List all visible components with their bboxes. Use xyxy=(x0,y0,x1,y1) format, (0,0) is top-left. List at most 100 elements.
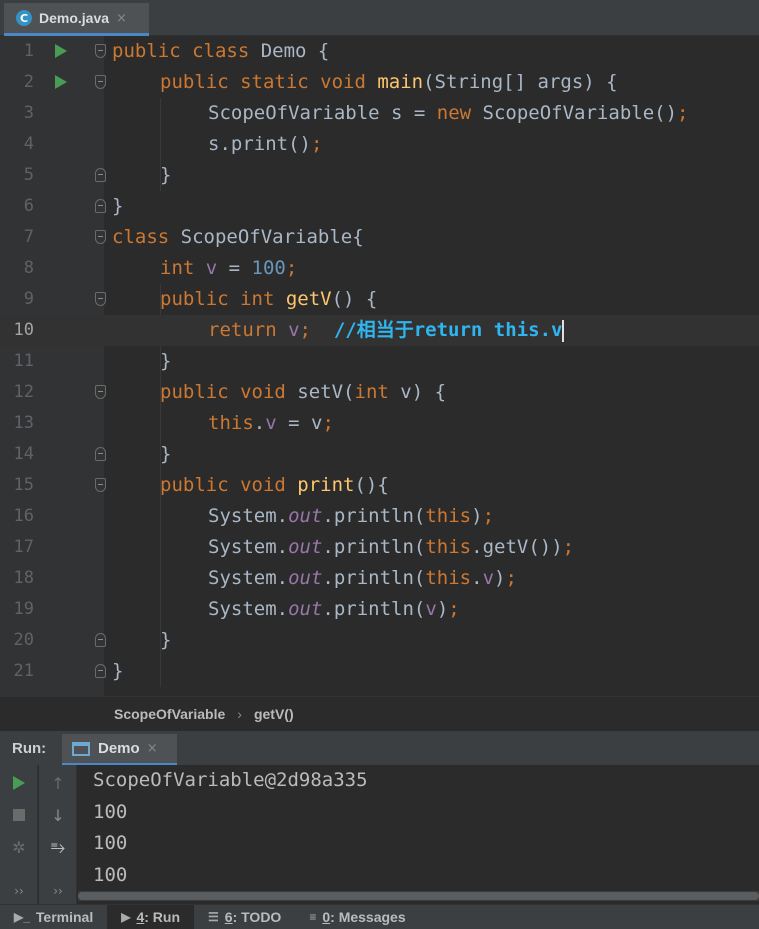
line-number: 18 xyxy=(13,568,34,588)
code-line: 21 } xyxy=(0,656,759,687)
double-chevron-icon: ›› xyxy=(53,884,63,898)
debug-button[interactable]: ✲ xyxy=(0,831,38,863)
tool-window-bar: ▶_ Terminal ▶ 4: Run ☰ 6: TODO ≡ 0: Mess… xyxy=(0,904,759,929)
fold-icon[interactable] xyxy=(95,633,106,647)
run-panel: ✲ ›› ↑ ↓ ⥱ ›› ScopeOfVariable@2d98a335 1… xyxy=(0,765,759,904)
line-number: 8 xyxy=(23,258,34,278)
soft-wrap-button[interactable]: ⥱ xyxy=(39,831,77,863)
run-tab-demo[interactable]: Demo × xyxy=(62,734,177,766)
fold-icon[interactable] xyxy=(95,447,106,461)
more-tools-button[interactable]: ›› xyxy=(0,875,38,907)
console-output[interactable]: ScopeOfVariable@2d98a335 100 100 100 xyxy=(93,765,368,891)
text-caret xyxy=(562,319,565,342)
fold-icon[interactable] xyxy=(95,664,106,678)
code-text: class ScopeOfVariable{ xyxy=(112,226,364,248)
line-number: 1 xyxy=(23,41,34,61)
code-text: System.out.println(v); xyxy=(208,598,460,620)
console-icon xyxy=(72,741,90,756)
java-class-icon: C xyxy=(16,10,32,26)
tool-run[interactable]: ▶ 4: Run xyxy=(107,904,195,929)
tab-demo-java[interactable]: C Demo.java × xyxy=(4,3,149,36)
console-toolbar: ↑ ↓ ⥱ ›› xyxy=(39,765,77,904)
todo-icon: ☰ xyxy=(208,910,219,924)
fold-icon[interactable] xyxy=(95,385,106,399)
line-number: 15 xyxy=(13,475,34,495)
line-number: 7 xyxy=(23,227,34,247)
arrow-up-icon: ↑ xyxy=(51,773,65,793)
messages-icon: ≡ xyxy=(309,910,317,924)
code-text: public void setV(int v) { xyxy=(160,381,447,403)
console-line: 100 xyxy=(93,800,128,823)
rerun-button[interactable] xyxy=(0,767,38,799)
line-number: 6 xyxy=(23,196,34,216)
line-number: 4 xyxy=(23,134,34,154)
fold-icon[interactable] xyxy=(95,75,106,89)
tool-todo[interactable]: ☰ 6: TODO xyxy=(194,905,295,929)
line-number: 10 xyxy=(13,320,34,340)
code-line: 6 } xyxy=(0,191,759,222)
code-text: s.print(); xyxy=(208,133,323,155)
console-line: 100 xyxy=(93,863,128,886)
chevron-right-icon: › xyxy=(237,705,242,722)
close-icon[interactable]: × xyxy=(116,11,127,26)
console-line: 100 xyxy=(93,832,128,854)
line-number: 21 xyxy=(13,661,34,681)
stop-button[interactable] xyxy=(0,799,38,831)
run-gutter-icon[interactable] xyxy=(55,44,67,58)
line-number: 16 xyxy=(13,506,34,526)
run-toolbar: ✲ ›› xyxy=(0,765,38,904)
code-line-current: 10 return v; //相当于return this.v xyxy=(0,315,759,346)
code-text: System.out.println(this.getV()); xyxy=(208,536,575,558)
code-text: public class Demo { xyxy=(112,40,330,62)
line-number: 3 xyxy=(23,103,34,123)
close-icon[interactable]: × xyxy=(147,741,158,756)
console-line: ScopeOfVariable@2d98a335 xyxy=(93,769,368,791)
line-number: 11 xyxy=(13,351,34,371)
run-panel-header: Run: Demo × xyxy=(0,730,759,766)
code-text: this.v = v; xyxy=(208,412,334,434)
play-icon xyxy=(13,776,25,790)
tool-messages[interactable]: ≡ 0: Messages xyxy=(295,905,419,929)
run-gutter-icon[interactable] xyxy=(55,75,67,89)
editor-tab-bar: C Demo.java × xyxy=(0,0,759,36)
fold-icon[interactable] xyxy=(95,478,106,492)
scrollbar-thumb[interactable] xyxy=(78,892,759,900)
breadcrumb-method[interactable]: getV() xyxy=(254,706,294,722)
code-text: System.out.println(this.v); xyxy=(208,567,517,589)
code-line: 15 public void print(){ xyxy=(0,470,759,501)
horizontal-scrollbar[interactable] xyxy=(78,891,759,901)
line-number: 19 xyxy=(13,599,34,619)
fold-icon[interactable] xyxy=(95,168,106,182)
code-text: } xyxy=(160,443,172,465)
line-number: 17 xyxy=(13,537,34,557)
double-chevron-icon: ›› xyxy=(14,884,24,898)
fold-icon[interactable] xyxy=(95,199,106,213)
code-line: 2 public static void main(String[] args)… xyxy=(0,67,759,98)
stop-icon xyxy=(13,809,25,821)
arrow-down-icon: ↓ xyxy=(51,805,65,825)
run-panel-title: Run: xyxy=(12,740,47,757)
line-number: 5 xyxy=(23,165,34,185)
code-editor[interactable]: 1 public class Demo { 2 public static vo… xyxy=(0,36,759,696)
code-line: 13 this.v = v; xyxy=(0,408,759,439)
tab-label: Demo.java xyxy=(39,10,110,26)
scroll-down-button[interactable]: ↓ xyxy=(39,799,77,831)
tool-terminal[interactable]: ▶_ Terminal xyxy=(0,905,107,929)
breadcrumb-class[interactable]: ScopeOfVariable xyxy=(114,706,225,722)
more-console-tools-button[interactable]: ›› xyxy=(39,875,77,907)
code-line: 8 int v = 100; xyxy=(0,253,759,284)
fold-icon[interactable] xyxy=(95,230,106,244)
fold-icon[interactable] xyxy=(95,44,106,58)
tool-label: Terminal xyxy=(35,909,94,925)
code-text: System.out.println(this); xyxy=(208,505,495,527)
code-text: public static void main(String[] args) { xyxy=(160,71,618,93)
fold-icon[interactable] xyxy=(95,292,106,306)
scroll-up-button[interactable]: ↑ xyxy=(39,767,77,799)
code-line: 19 System.out.println(v); xyxy=(0,594,759,625)
code-text: ScopeOfVariable s = new ScopeOfVariable(… xyxy=(208,102,689,124)
code-line: 4 s.print(); xyxy=(0,129,759,160)
line-number: 14 xyxy=(13,444,34,464)
code-line: 7 class ScopeOfVariable{ xyxy=(0,222,759,253)
code-text: } xyxy=(112,195,124,217)
code-line: 14 } xyxy=(0,439,759,470)
